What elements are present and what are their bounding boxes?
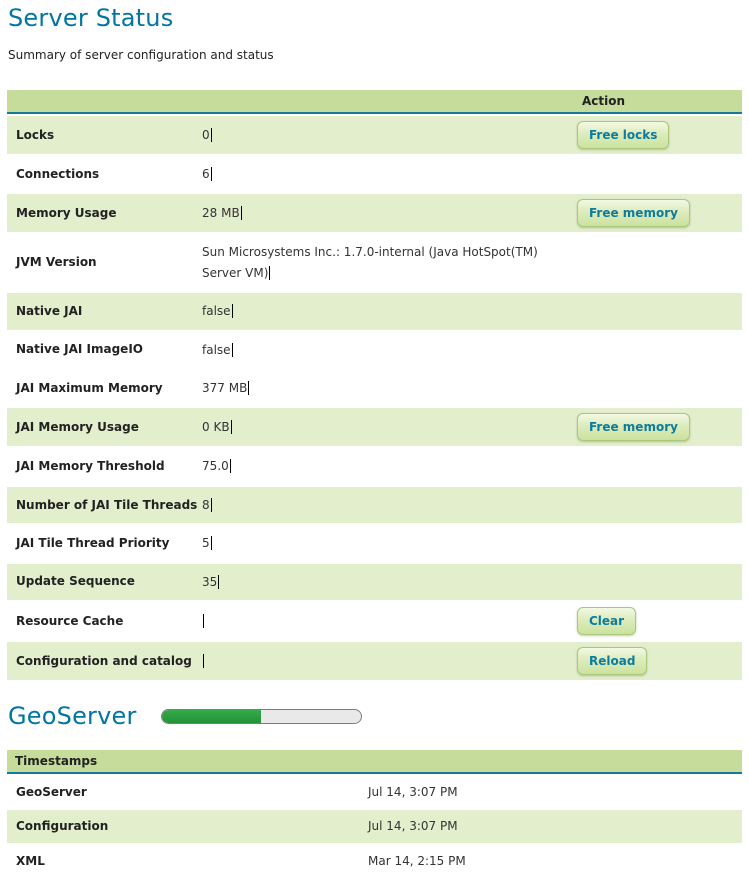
row-label: JAI Memory Threshold <box>16 459 165 473</box>
row-label: Connections <box>16 167 99 181</box>
table-row: XML Mar 14, 2:15 PM <box>7 845 742 879</box>
row-value: Jul 14, 3:07 PM <box>368 819 458 833</box>
row-value: 0 KB <box>202 420 230 434</box>
table-row: JAI Memory Threshold 75.0 <box>7 448 742 486</box>
text-caret <box>232 304 233 318</box>
row-label: Native JAI ImageIO <box>16 342 143 356</box>
row-label: Locks <box>16 128 54 142</box>
progress-fill <box>162 710 262 723</box>
row-label: Configuration <box>16 819 108 833</box>
table-row: Locks 0 Free locks <box>7 114 742 156</box>
row-value: false <box>202 343 231 357</box>
row-label: GeoServer <box>16 785 87 799</box>
reload-button[interactable]: Reload <box>577 647 647 675</box>
text-caret <box>218 575 219 589</box>
table-row: Update Sequence 35 <box>7 564 742 602</box>
geoserver-heading: GeoServer <box>7 700 137 730</box>
table-row: Configuration Jul 14, 3:07 PM <box>7 810 742 844</box>
row-value: Sun Microsystems Inc.: 1.7.0-internal (J… <box>202 245 538 279</box>
page-title: Server Status <box>7 2 742 32</box>
table-row: Resource Cache Clear <box>7 602 742 642</box>
timestamps-header: Timestamps <box>7 750 742 774</box>
text-caret <box>231 420 232 434</box>
geoserver-section: GeoServer <box>7 700 742 730</box>
page-subtitle: Summary of server configuration and stat… <box>8 48 742 62</box>
free-locks-button[interactable]: Free locks <box>577 121 669 149</box>
timestamps-table-body: GeoServer Jul 14, 3:07 PM Configuration … <box>7 774 742 879</box>
table-row: Number of JAI Tile Threads 8 <box>7 487 742 525</box>
geoserver-progress-bar <box>161 709 362 724</box>
text-caret <box>211 536 212 550</box>
table-row: Native JAI ImageIO false <box>7 332 742 370</box>
status-table-body: Locks 0 Free locks Connections 6 Memory … <box>7 114 742 682</box>
row-label: Configuration and catalog <box>16 654 192 668</box>
row-label: Native JAI <box>16 304 82 318</box>
table-row: JAI Tile Thread Priority 5 <box>7 525 742 563</box>
text-caret <box>241 206 242 220</box>
text-caret <box>211 167 212 181</box>
timestamps-table: Timestamps GeoServer Jul 14, 3:07 PM Con… <box>7 750 742 879</box>
row-value: Jul 14, 3:07 PM <box>368 785 458 799</box>
timestamps-header-row: Timestamps <box>7 750 742 774</box>
row-value: false <box>202 304 231 318</box>
text-caret <box>211 498 212 512</box>
status-table: Action Locks 0 Free locks Connections 6 … <box>7 90 742 682</box>
text-caret <box>203 614 204 628</box>
row-value: 0 <box>202 128 210 142</box>
row-value: 35 <box>202 575 217 589</box>
row-label: JAI Tile Thread Priority <box>16 536 169 550</box>
table-row: Memory Usage 28 MB Free memory <box>7 194 742 234</box>
table-row: JVM Version Sun Microsystems Inc.: 1.7.0… <box>7 234 742 293</box>
action-column-header: Action <box>574 90 742 114</box>
table-row: JAI Maximum Memory 377 MB <box>7 370 742 408</box>
text-caret <box>230 459 231 473</box>
text-caret <box>203 654 204 668</box>
label-column-header <box>7 90 202 114</box>
row-value: 75.0 <box>202 459 229 473</box>
text-caret <box>248 381 249 395</box>
row-value: 28 MB <box>202 206 240 220</box>
free-memory-button[interactable]: Free memory <box>577 413 690 441</box>
table-row: JAI Memory Usage 0 KB Free memory <box>7 408 742 448</box>
table-row: Native JAI false <box>7 293 742 331</box>
row-label: Resource Cache <box>16 614 123 628</box>
free-memory-button[interactable]: Free memory <box>577 199 690 227</box>
status-table-header-row: Action <box>7 90 742 114</box>
row-label: JAI Maximum Memory <box>16 381 163 395</box>
row-value: 5 <box>202 536 210 550</box>
row-value: 6 <box>202 167 210 181</box>
text-caret <box>211 128 212 142</box>
row-label: JAI Memory Usage <box>16 420 139 434</box>
row-label: XML <box>16 854 45 868</box>
text-caret <box>232 343 233 357</box>
clear-button[interactable]: Clear <box>577 607 636 635</box>
table-row: Configuration and catalog Reload <box>7 642 742 682</box>
table-row: GeoServer Jul 14, 3:07 PM <box>7 774 742 810</box>
row-value: Mar 14, 2:15 PM <box>368 854 466 868</box>
row-label: Number of JAI Tile Threads <box>16 498 197 512</box>
table-row: Connections 6 <box>7 156 742 194</box>
value-column-header <box>202 90 574 114</box>
row-value: 8 <box>202 498 210 512</box>
row-label: JVM Version <box>16 255 97 269</box>
text-caret <box>269 266 270 280</box>
row-label: Update Sequence <box>16 574 135 588</box>
row-value: 377 MB <box>202 381 247 395</box>
row-label: Memory Usage <box>16 206 116 220</box>
